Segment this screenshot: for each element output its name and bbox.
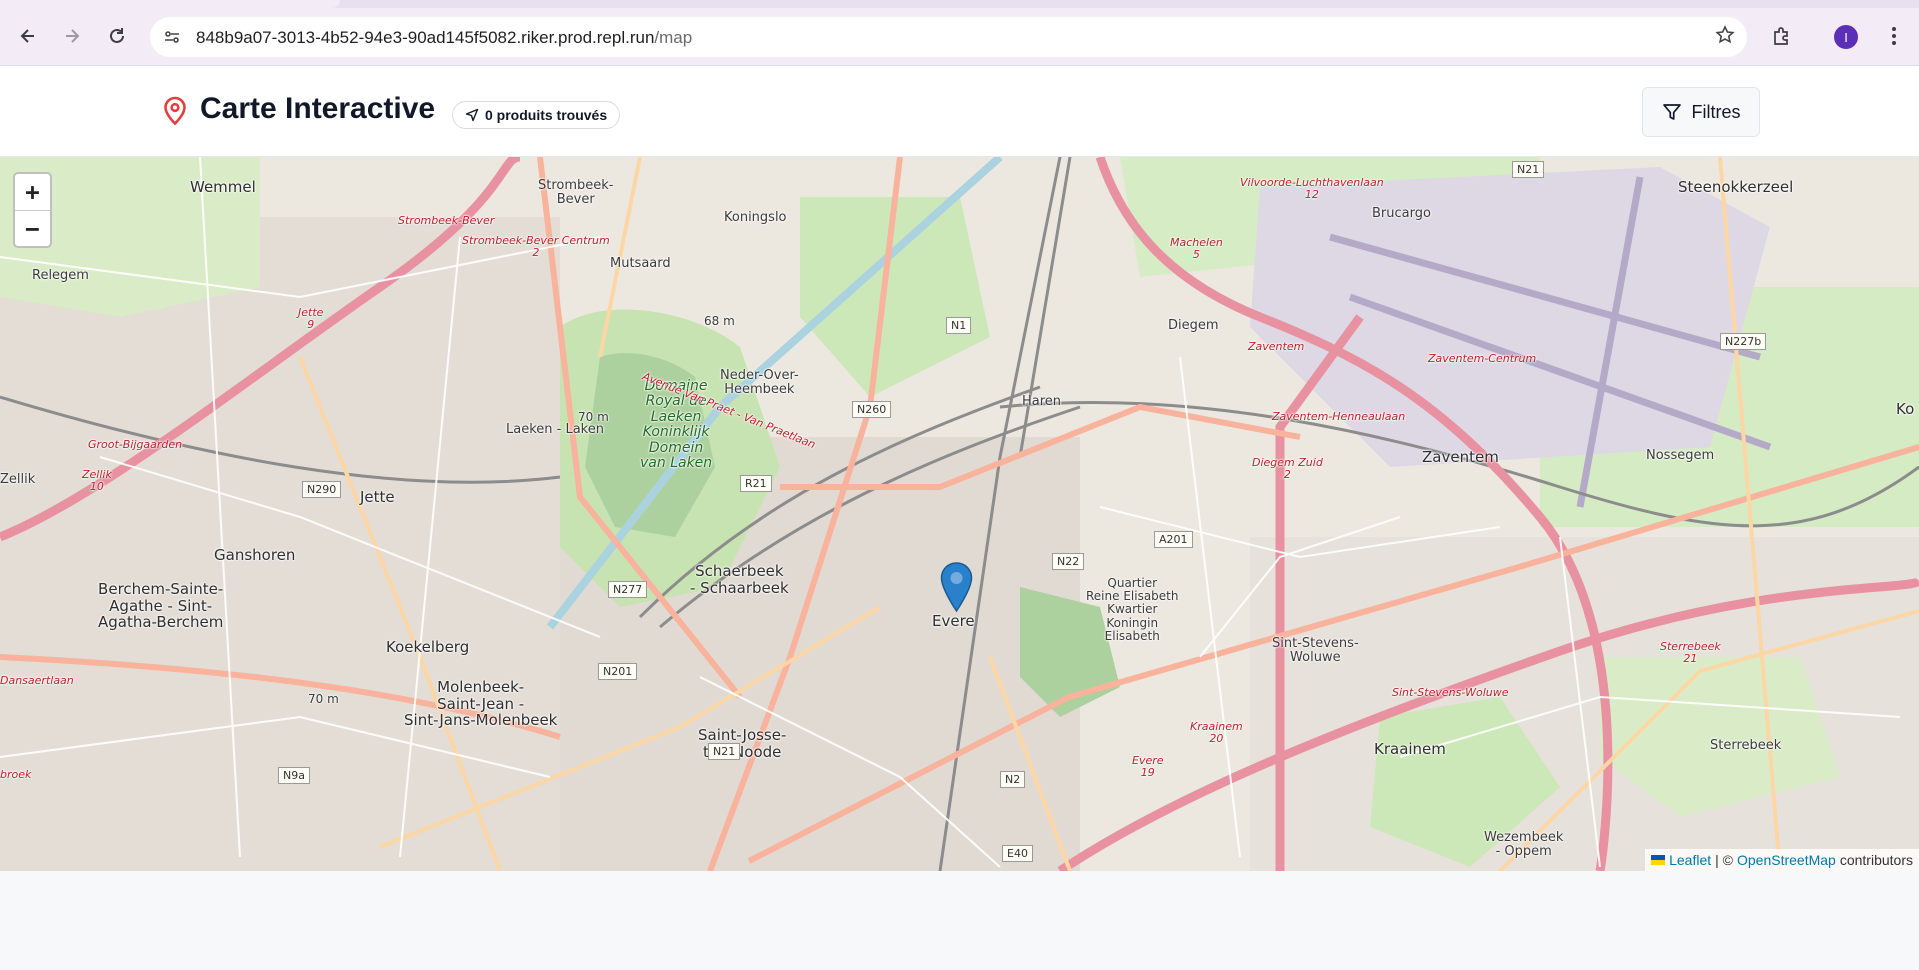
results-count-badge: 0 produits trouvés — [452, 101, 621, 129]
road-label-jette-exit: Jette 9 — [298, 306, 324, 332]
filters-label: Filtres — [1691, 101, 1741, 122]
road-label-zaventem-exit: Zaventem — [1248, 340, 1305, 353]
leaflet-link[interactable]: Leaflet — [1669, 852, 1711, 868]
elevation-label: 70 m — [308, 692, 339, 706]
map-label-relegem: Relegem — [32, 268, 89, 283]
attribution-suffix: contributors — [1839, 852, 1913, 868]
road-label-strombeek-bever: Strombeek-Bever — [398, 214, 495, 227]
zoom-control: + − — [13, 172, 52, 248]
road-shield-n21-south: N21 — [708, 743, 741, 760]
map-label-groot-bijgaarden: Groot-Bijgaarden — [88, 438, 183, 451]
map-label-brucargo: Brucargo — [1372, 206, 1431, 221]
elevation-label: 68 m — [704, 314, 735, 328]
map-label-zellik: Zellik — [0, 472, 36, 487]
road-shield-n201: N201 — [598, 663, 638, 680]
elevation-label: 70 m — [578, 410, 609, 424]
road-label-strombeek-centrum: Strombeek-Bever Centrum 2 — [462, 234, 610, 260]
profile-avatar[interactable]: I — [1834, 25, 1858, 49]
road-label-vilvoorde: Vilvoorde-Luchthavenlaan 12 — [1240, 176, 1384, 202]
map-label-diegem: Diegem — [1168, 318, 1219, 333]
attribution-separator: | © — [1715, 852, 1733, 868]
map-label-strombeek-bever: Strombeek- Bever — [538, 178, 614, 208]
results-count-text: 0 produits trouvés — [485, 107, 608, 123]
map-pin-icon — [164, 96, 186, 126]
road-label-kraainem-exit: Kraainem 20 — [1190, 720, 1243, 746]
map-label-dansaertlaan: Dansaertlaan — [0, 674, 74, 687]
map-label-ko: Ko — [1896, 400, 1915, 418]
map-label-evere: Evere — [932, 612, 975, 630]
page-title: Carte Interactive — [200, 92, 436, 125]
bookmark-star-icon[interactable] — [1715, 25, 1735, 51]
browser-toolbar: 848b9a07-3013-4b52-94e3-90ad145f5082.rik… — [0, 0, 1919, 66]
location-marker-icon[interactable] — [940, 562, 973, 612]
road-shield-n260: N260 — [852, 401, 892, 418]
site-info-icon[interactable] — [160, 25, 184, 49]
openstreetmap-link[interactable]: OpenStreetMap — [1737, 852, 1836, 868]
map-container[interactable]: Wemmel Strombeek- Bever Koningslo Relege… — [0, 157, 1919, 871]
map-label-steenokkerzeel: Steenokkerzeel — [1678, 178, 1794, 196]
navigation-arrow-icon — [465, 108, 479, 122]
zoom-out-button[interactable]: − — [15, 210, 50, 246]
road-shield-n290: N290 — [302, 481, 342, 498]
map-tiles[interactable] — [0, 157, 1919, 871]
forward-arrow-icon[interactable] — [56, 20, 88, 52]
map-label-broek: broek — [0, 768, 32, 781]
map-label-quartier-reine-elisabeth: Quartier Reine Elisabeth Kwartier Koning… — [1086, 576, 1179, 643]
filter-funnel-icon — [1662, 104, 1681, 120]
map-label-berchem: Berchem-Sainte- Agathe - Sint- Agatha-Be… — [98, 580, 224, 631]
map-label-laeken: Laeken - Laken — [506, 422, 604, 437]
road-label-evere-exit: Evere 19 — [1132, 754, 1164, 780]
map-label-schaerbeek: Schaerbeek - Schaarbeek — [690, 562, 789, 597]
map-label-haren: Haren — [1022, 394, 1062, 409]
road-shield-n2: N2 — [1000, 771, 1026, 788]
road-shield-n21: N21 — [1512, 161, 1545, 178]
road-label-diegem-zuid: Diegem Zuid 2 — [1252, 456, 1323, 482]
road-shield-e40: E40 — [1002, 845, 1033, 862]
map-label-koekelberg: Koekelberg — [386, 638, 470, 656]
app-header: Carte Interactive 0 produits trouvés Fil… — [0, 66, 1919, 157]
address-bar[interactable]: 848b9a07-3013-4b52-94e3-90ad145f5082.rik… — [150, 17, 1747, 57]
map-label-neder-over-heembeek: Neder-Over- Heembeek — [720, 368, 799, 398]
road-label-zellik-exit: Zellik 10 — [82, 468, 112, 494]
ukraine-flag-icon — [1651, 855, 1666, 865]
map-label-sterrebeek: Sterrebeek — [1710, 738, 1782, 753]
map-label-mutsaard: Mutsaard — [610, 256, 671, 271]
map-label-molenbeek: Molenbeek- Saint-Jean - Sint-Jans-Molenb… — [404, 678, 558, 729]
road-shield-n1: N1 — [946, 317, 972, 334]
map-label-jette: Jette — [360, 488, 395, 506]
map-label-wezembeek: Wezembeek - Oppem — [1484, 830, 1564, 860]
filters-button[interactable]: Filtres — [1642, 87, 1760, 137]
kebab-menu-icon[interactable] — [1878, 20, 1910, 52]
road-shield-r21: R21 — [740, 475, 772, 492]
zoom-in-button[interactable]: + — [15, 174, 50, 210]
page-footer-area — [0, 871, 1919, 970]
back-arrow-icon[interactable] — [12, 20, 44, 52]
map-label-koningslo: Koningslo — [724, 210, 787, 225]
road-label-zaventem-centrum: Zaventem-Centrum — [1428, 352, 1537, 365]
url-text[interactable]: 848b9a07-3013-4b52-94e3-90ad145f5082.rik… — [196, 28, 692, 48]
road-shield-n22: N22 — [1052, 553, 1085, 570]
road-shield-n227b: N227b — [1720, 333, 1767, 350]
reload-icon[interactable] — [101, 20, 133, 52]
road-label-zaventem-henneaulaan: Zaventem-Henneaulaan — [1272, 410, 1406, 423]
map-label-zaventem: Zaventem — [1422, 448, 1499, 466]
map-label-sint-stevens-woluwe: Sint-Stevens- Woluwe — [1272, 636, 1359, 666]
map-label-wemmel: Wemmel — [190, 178, 256, 196]
map-label-kraainem: Kraainem — [1374, 740, 1446, 758]
road-label-sterrebeek-exit: Sterrebeek 21 — [1660, 640, 1721, 666]
road-shield-n277: N277 — [608, 581, 648, 598]
extensions-icon[interactable] — [1766, 20, 1798, 52]
map-attribution: Leaflet | © OpenStreetMap contributors — [1645, 849, 1919, 871]
map-label-ganshoren: Ganshoren — [214, 546, 296, 564]
road-label-machelen-exit: Machelen 5 — [1170, 236, 1223, 262]
road-label-sint-stevens-woluwe: Sint-Stevens-Woluwe — [1392, 686, 1509, 699]
map-label-nossegem: Nossegem — [1646, 448, 1715, 463]
tab-strip — [0, 0, 1919, 8]
road-shield-a201: A201 — [1154, 531, 1193, 548]
road-shield-n9a: N9a — [278, 767, 310, 784]
